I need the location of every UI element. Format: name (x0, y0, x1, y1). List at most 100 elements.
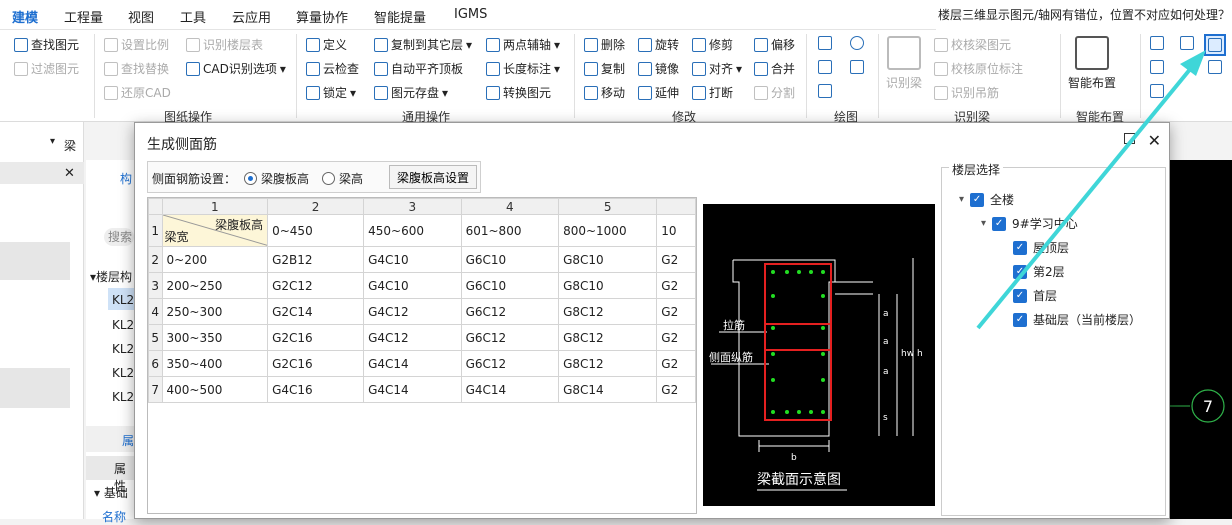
checkbox-checked-icon[interactable]: ✓ (992, 216, 1007, 231)
rebar-spec-cell[interactable]: G6C10 (460, 246, 560, 273)
rebar-spec-cell[interactable]: G8C10 (558, 272, 658, 299)
property-tab[interactable]: 属 (122, 432, 134, 449)
rebar-spec-cell[interactable]: G8C12 (558, 298, 658, 325)
rebar-spec-cell[interactable]: G8C14 (558, 376, 658, 403)
rebar-spec-cell[interactable]: G4C10 (363, 272, 462, 299)
rebar-spec-cell[interactable]: G2 (656, 246, 696, 273)
floor-node-1f[interactable]: ✓ 首层 (1013, 287, 1057, 304)
width-range-cell[interactable]: 300~350 (161, 324, 269, 351)
tree-item[interactable]: KL2 (112, 390, 134, 404)
rebar-spec-cell[interactable]: G4C14 (460, 376, 560, 403)
menu-jianmo[interactable]: 建模 (12, 7, 39, 32)
rebar-spec-cell[interactable]: G6C12 (460, 350, 560, 377)
beam-tool-button-4[interactable] (1208, 60, 1222, 74)
rebar-spec-cell[interactable]: G6C12 (460, 298, 560, 325)
width-range-cell[interactable]: 250~300 (161, 298, 269, 325)
find-element-button[interactable]: 查找图元 (14, 36, 79, 53)
rebar-spec-cell[interactable]: G4C16 (267, 376, 365, 403)
column-header[interactable]: 10 (656, 214, 696, 247)
split-button[interactable]: 分割 (754, 84, 795, 101)
checkbox-checked-icon[interactable]: ✓ (1013, 264, 1027, 279)
rebar-spec-cell[interactable]: G4C12 (363, 298, 462, 325)
triangle-icon[interactable]: ▾ (981, 218, 986, 229)
two-point-axis-button[interactable]: 两点辅轴 ▾ (486, 36, 560, 53)
rebar-spec-cell[interactable]: G4C14 (363, 350, 462, 377)
column-header[interactable]: 601~800 (460, 214, 560, 247)
chevron-down-icon[interactable]: ▾ (50, 136, 55, 147)
menu-igms[interactable]: IGMS (454, 7, 487, 22)
break-button[interactable]: 打断 (692, 84, 733, 101)
extend-button[interactable]: 延伸 (638, 84, 679, 101)
copy-button[interactable]: 复制 (584, 60, 625, 77)
curve-draw-button[interactable] (818, 84, 832, 98)
checkbox-checked-icon[interactable]: ✓ (970, 192, 985, 207)
floor-node-2f[interactable]: ✓ 第2层 (1013, 263, 1065, 280)
radio-beam-height[interactable]: 梁高 (322, 170, 363, 187)
identify-floor-table-button[interactable]: 识别楼层表 (186, 36, 263, 53)
checkbox-checked-icon[interactable]: ✓ (1013, 240, 1027, 255)
rect-draw-button[interactable] (850, 60, 864, 74)
checkbox-checked-icon[interactable]: ✓ (1013, 288, 1027, 303)
menu-view[interactable]: 视图 (128, 7, 154, 26)
rebar-spec-cell[interactable]: G2C16 (267, 350, 365, 377)
rebar-spec-cell[interactable]: G2C16 (267, 324, 365, 351)
identify-beam-button[interactable]: 识别梁 (886, 36, 922, 91)
convert-element-button[interactable]: 转换图元 (486, 84, 551, 101)
define-button[interactable]: 定义 (306, 36, 347, 53)
find-replace-button[interactable]: 查找替换 (104, 60, 169, 77)
floor-node-all[interactable]: ▾ ✓ 全楼 (959, 191, 1014, 208)
radio-web-height[interactable]: 梁腹板高 (244, 170, 309, 187)
beam-tool-button-5[interactable] (1150, 84, 1164, 98)
width-range-cell[interactable]: 200~250 (161, 272, 269, 299)
generate-side-rebar-button[interactable] (1204, 34, 1226, 56)
offset-button[interactable]: 偏移 (754, 36, 795, 53)
tree-item[interactable]: KL2 (112, 342, 134, 356)
help-notice[interactable]: 楼层三维显示图元/轴网有错位，位置不对应如何处理？ (936, 0, 1232, 30)
tree-item[interactable]: KL2 (112, 366, 134, 380)
rebar-spec-cell[interactable]: G2 (656, 376, 696, 403)
lock-button[interactable]: 锁定 ▾ (306, 84, 356, 101)
drawing-canvas[interactable]: 7 (1170, 160, 1232, 519)
filter-element-button[interactable]: 过滤图元 (14, 60, 79, 77)
delete-button[interactable]: 删除 (584, 36, 625, 53)
save-element-button[interactable]: 图元存盘 ▾ (374, 84, 448, 101)
rebar-spec-cell[interactable]: G2 (656, 298, 696, 325)
menu-smart[interactable]: 智能提量 (374, 7, 426, 26)
column-header[interactable]: 800~1000 (558, 214, 658, 247)
align-button[interactable]: 对齐 ▾ (692, 60, 742, 77)
beam-tool-button-2[interactable] (1180, 36, 1194, 50)
width-range-cell[interactable]: 350~400 (161, 350, 269, 377)
menu-tools[interactable]: 工具 (180, 7, 206, 26)
checkbox-checked-icon[interactable]: ✓ (1013, 312, 1027, 327)
column-header[interactable]: 0~450 (267, 214, 365, 247)
rebar-spec-cell[interactable]: G8C12 (558, 324, 658, 351)
floor-node-roof[interactable]: ✓ 屋顶层 (1013, 239, 1069, 256)
auto-align-slab-button[interactable]: 自动平齐顶板 (374, 60, 463, 77)
point-draw-button[interactable] (818, 36, 832, 50)
rebar-spec-cell[interactable]: G2B12 (267, 246, 365, 273)
width-range-cell[interactable]: 400~500 (161, 376, 269, 403)
beam-tool-button-1[interactable] (1150, 36, 1164, 50)
rotate-button[interactable]: 旋转 (638, 36, 679, 53)
tab-component[interactable]: 构 (120, 170, 132, 187)
rebar-spec-cell[interactable]: G8C12 (558, 350, 658, 377)
rebar-spec-cell[interactable]: G4C14 (363, 376, 462, 403)
tree-item[interactable]: KL2 (112, 318, 134, 332)
rebar-spec-cell[interactable]: G2 (656, 324, 696, 351)
close-icon[interactable]: ✕ (1148, 131, 1161, 150)
check-beam-button[interactable]: 校核梁图元 (934, 36, 1011, 53)
check-inplace-button[interactable]: 校核原位标注 (934, 60, 1023, 77)
maximize-icon[interactable] (1124, 133, 1135, 144)
search-input[interactable]: 搜索 (104, 228, 134, 246)
menu-collab[interactable]: 算量协作 (296, 7, 348, 26)
restore-cad-button[interactable]: 还原CAD (104, 84, 171, 101)
tree-item[interactable]: KL2 (112, 293, 134, 307)
rebar-spec-cell[interactable]: G4C10 (363, 246, 462, 273)
rebar-spec-cell[interactable]: G6C10 (460, 272, 560, 299)
set-scale-button[interactable]: 设置比例 (104, 36, 169, 53)
move-button[interactable]: 移动 (584, 84, 625, 101)
rebar-spec-cell[interactable]: G4C12 (363, 324, 462, 351)
menu-gongchengliang[interactable]: 工程量 (64, 7, 103, 26)
line-draw-button[interactable] (818, 60, 832, 74)
rebar-spec-cell[interactable]: G2C14 (267, 298, 365, 325)
